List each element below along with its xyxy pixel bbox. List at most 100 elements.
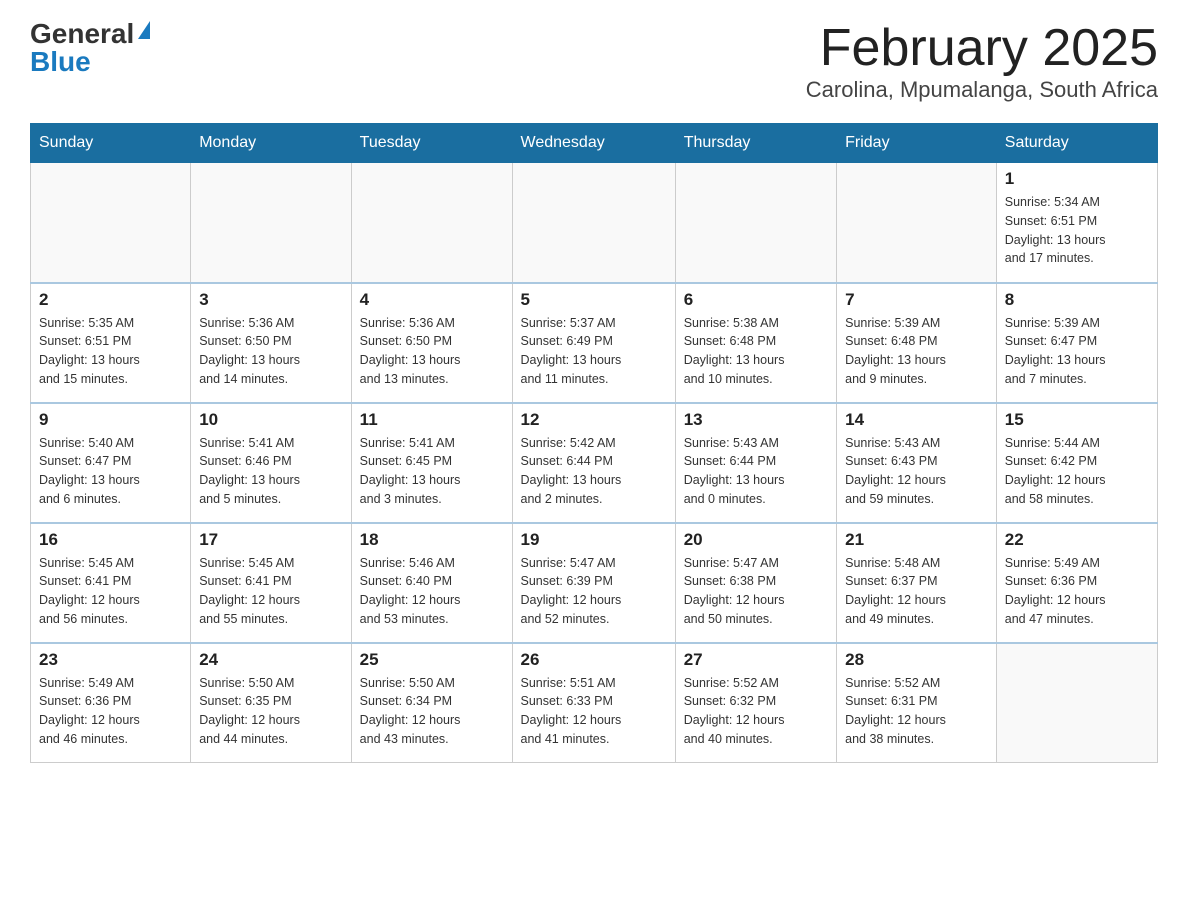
table-row: 19Sunrise: 5:47 AMSunset: 6:39 PMDayligh… — [512, 523, 675, 643]
calendar-table: Sunday Monday Tuesday Wednesday Thursday… — [30, 123, 1158, 763]
title-section: February 2025 Carolina, Mpumalanga, Sout… — [806, 20, 1158, 103]
day-info: Sunrise: 5:48 AMSunset: 6:37 PMDaylight:… — [845, 554, 988, 629]
table-row: 13Sunrise: 5:43 AMSunset: 6:44 PMDayligh… — [675, 403, 836, 523]
table-row: 8 Sunrise: 5:39 AMSunset: 6:47 PMDaylight… — [996, 283, 1157, 403]
day-info: Sunrise: 5:36 AMSunset: 6:50 PMDaylight:… — [199, 314, 342, 389]
day-number: 4 — [360, 290, 504, 310]
table-row: 5 Sunrise: 5:37 AMSunset: 6:49 PMDaylight… — [512, 283, 675, 403]
table-row: 14 Sunrise: 5:43 AMSunset: 6:43 PMDayligh… — [837, 403, 997, 523]
day-number: 12 — [521, 410, 667, 430]
day-number: 8 — [1005, 290, 1149, 310]
day-info: Sunrise: 5:52 AMSunset: 6:31 PMDaylight:… — [845, 674, 988, 749]
day-info: Sunrise: 5:42 AMSunset: 6:44 PMDaylight:… — [521, 434, 667, 509]
day-info: Sunrise: 5:45 AMSunset: 6:41 PMDaylight:… — [39, 554, 182, 629]
table-row: 23Sunrise: 5:49 AMSunset: 6:36 PMDayligh… — [31, 643, 191, 763]
table-row: 18 Sunrise: 5:46 AMSunset: 6:40 PMDayligh… — [351, 523, 512, 643]
table-row — [351, 163, 512, 283]
day-info: Sunrise: 5:51 AMSunset: 6:33 PMDaylight:… — [521, 674, 667, 749]
table-row — [191, 163, 351, 283]
page-header: General Blue February 2025 Carolina, Mpu… — [30, 20, 1158, 103]
table-row: 10 Sunrise: 5:41 AMSunset: 6:46 PMDayligh… — [191, 403, 351, 523]
calendar-week-row: 16 Sunrise: 5:45 AMSunset: 6:41 PMDayligh… — [31, 523, 1158, 643]
day-info: Sunrise: 5:47 AMSunset: 6:39 PMDaylight:… — [521, 554, 667, 629]
day-number: 7 — [845, 290, 988, 310]
calendar-week-row: 2Sunrise: 5:35 AMSunset: 6:51 PMDaylight… — [31, 283, 1158, 403]
day-number: 1 — [1005, 169, 1149, 189]
day-number: 22 — [1005, 530, 1149, 550]
day-number: 15 — [1005, 410, 1149, 430]
day-info: Sunrise: 5:45 AMSunset: 6:41 PMDaylight:… — [199, 554, 342, 629]
logo-arrow-icon — [138, 21, 150, 39]
table-row: 25 Sunrise: 5:50 AMSunset: 6:34 PMDayligh… — [351, 643, 512, 763]
day-number: 23 — [39, 650, 182, 670]
table-row: 2Sunrise: 5:35 AMSunset: 6:51 PMDaylight… — [31, 283, 191, 403]
table-row: 4 Sunrise: 5:36 AMSunset: 6:50 PMDaylight… — [351, 283, 512, 403]
day-number: 3 — [199, 290, 342, 310]
logo-general-text: General — [30, 20, 134, 48]
table-row: 21 Sunrise: 5:48 AMSunset: 6:37 PMDayligh… — [837, 523, 997, 643]
day-number: 25 — [360, 650, 504, 670]
table-row: 17 Sunrise: 5:45 AMSunset: 6:41 PMDayligh… — [191, 523, 351, 643]
table-row — [996, 643, 1157, 763]
table-row — [512, 163, 675, 283]
day-info: Sunrise: 5:49 AMSunset: 6:36 PMDaylight:… — [1005, 554, 1149, 629]
table-row — [837, 163, 997, 283]
logo-blue-text: Blue — [30, 48, 91, 76]
day-info: Sunrise: 5:39 AMSunset: 6:47 PMDaylight:… — [1005, 314, 1149, 389]
day-number: 28 — [845, 650, 988, 670]
day-info: Sunrise: 5:52 AMSunset: 6:32 PMDaylight:… — [684, 674, 828, 749]
day-info: Sunrise: 5:50 AMSunset: 6:35 PMDaylight:… — [199, 674, 342, 749]
table-row — [675, 163, 836, 283]
month-title: February 2025 — [806, 20, 1158, 77]
table-row: 3 Sunrise: 5:36 AMSunset: 6:50 PMDaylight… — [191, 283, 351, 403]
col-thursday: Thursday — [675, 124, 836, 163]
day-info: Sunrise: 5:43 AMSunset: 6:44 PMDaylight:… — [684, 434, 828, 509]
calendar-week-row: 1 Sunrise: 5:34 AMSunset: 6:51 PMDaylight… — [31, 163, 1158, 283]
day-info: Sunrise: 5:39 AMSunset: 6:48 PMDaylight:… — [845, 314, 988, 389]
table-row: 28 Sunrise: 5:52 AMSunset: 6:31 PMDayligh… — [837, 643, 997, 763]
day-info: Sunrise: 5:34 AMSunset: 6:51 PMDaylight:… — [1005, 193, 1149, 268]
col-saturday: Saturday — [996, 124, 1157, 163]
day-info: Sunrise: 5:41 AMSunset: 6:45 PMDaylight:… — [360, 434, 504, 509]
day-info: Sunrise: 5:41 AMSunset: 6:46 PMDaylight:… — [199, 434, 342, 509]
day-number: 24 — [199, 650, 342, 670]
day-info: Sunrise: 5:47 AMSunset: 6:38 PMDaylight:… — [684, 554, 828, 629]
table-row: 12 Sunrise: 5:42 AMSunset: 6:44 PMDayligh… — [512, 403, 675, 523]
table-row: 11Sunrise: 5:41 AMSunset: 6:45 PMDayligh… — [351, 403, 512, 523]
table-row: 1 Sunrise: 5:34 AMSunset: 6:51 PMDaylight… — [996, 163, 1157, 283]
day-number: 21 — [845, 530, 988, 550]
col-friday: Friday — [837, 124, 997, 163]
day-number: 14 — [845, 410, 988, 430]
table-row: 24 Sunrise: 5:50 AMSunset: 6:35 PMDayligh… — [191, 643, 351, 763]
day-info: Sunrise: 5:46 AMSunset: 6:40 PMDaylight:… — [360, 554, 504, 629]
day-info: Sunrise: 5:44 AMSunset: 6:42 PMDaylight:… — [1005, 434, 1149, 509]
table-row: 22 Sunrise: 5:49 AMSunset: 6:36 PMDayligh… — [996, 523, 1157, 643]
day-number: 9 — [39, 410, 182, 430]
table-row: 9Sunrise: 5:40 AMSunset: 6:47 PMDaylight… — [31, 403, 191, 523]
day-info: Sunrise: 5:43 AMSunset: 6:43 PMDaylight:… — [845, 434, 988, 509]
col-tuesday: Tuesday — [351, 124, 512, 163]
day-number: 16 — [39, 530, 182, 550]
day-number: 5 — [521, 290, 667, 310]
table-row: 26 Sunrise: 5:51 AMSunset: 6:33 PMDayligh… — [512, 643, 675, 763]
day-number: 2 — [39, 290, 182, 310]
table-row: 15 Sunrise: 5:44 AMSunset: 6:42 PMDayligh… — [996, 403, 1157, 523]
calendar-week-row: 9Sunrise: 5:40 AMSunset: 6:47 PMDaylight… — [31, 403, 1158, 523]
day-number: 17 — [199, 530, 342, 550]
table-row: 27 Sunrise: 5:52 AMSunset: 6:32 PMDayligh… — [675, 643, 836, 763]
col-sunday: Sunday — [31, 124, 191, 163]
logo: General Blue — [30, 20, 150, 76]
table-row: 16 Sunrise: 5:45 AMSunset: 6:41 PMDayligh… — [31, 523, 191, 643]
table-row: 6Sunrise: 5:38 AMSunset: 6:48 PMDaylight… — [675, 283, 836, 403]
day-number: 27 — [684, 650, 828, 670]
day-info: Sunrise: 5:50 AMSunset: 6:34 PMDaylight:… — [360, 674, 504, 749]
table-row: 7 Sunrise: 5:39 AMSunset: 6:48 PMDaylight… — [837, 283, 997, 403]
calendar-week-row: 23Sunrise: 5:49 AMSunset: 6:36 PMDayligh… — [31, 643, 1158, 763]
day-number: 10 — [199, 410, 342, 430]
day-number: 26 — [521, 650, 667, 670]
day-info: Sunrise: 5:37 AMSunset: 6:49 PMDaylight:… — [521, 314, 667, 389]
col-wednesday: Wednesday — [512, 124, 675, 163]
day-info: Sunrise: 5:36 AMSunset: 6:50 PMDaylight:… — [360, 314, 504, 389]
day-number: 18 — [360, 530, 504, 550]
day-info: Sunrise: 5:38 AMSunset: 6:48 PMDaylight:… — [684, 314, 828, 389]
